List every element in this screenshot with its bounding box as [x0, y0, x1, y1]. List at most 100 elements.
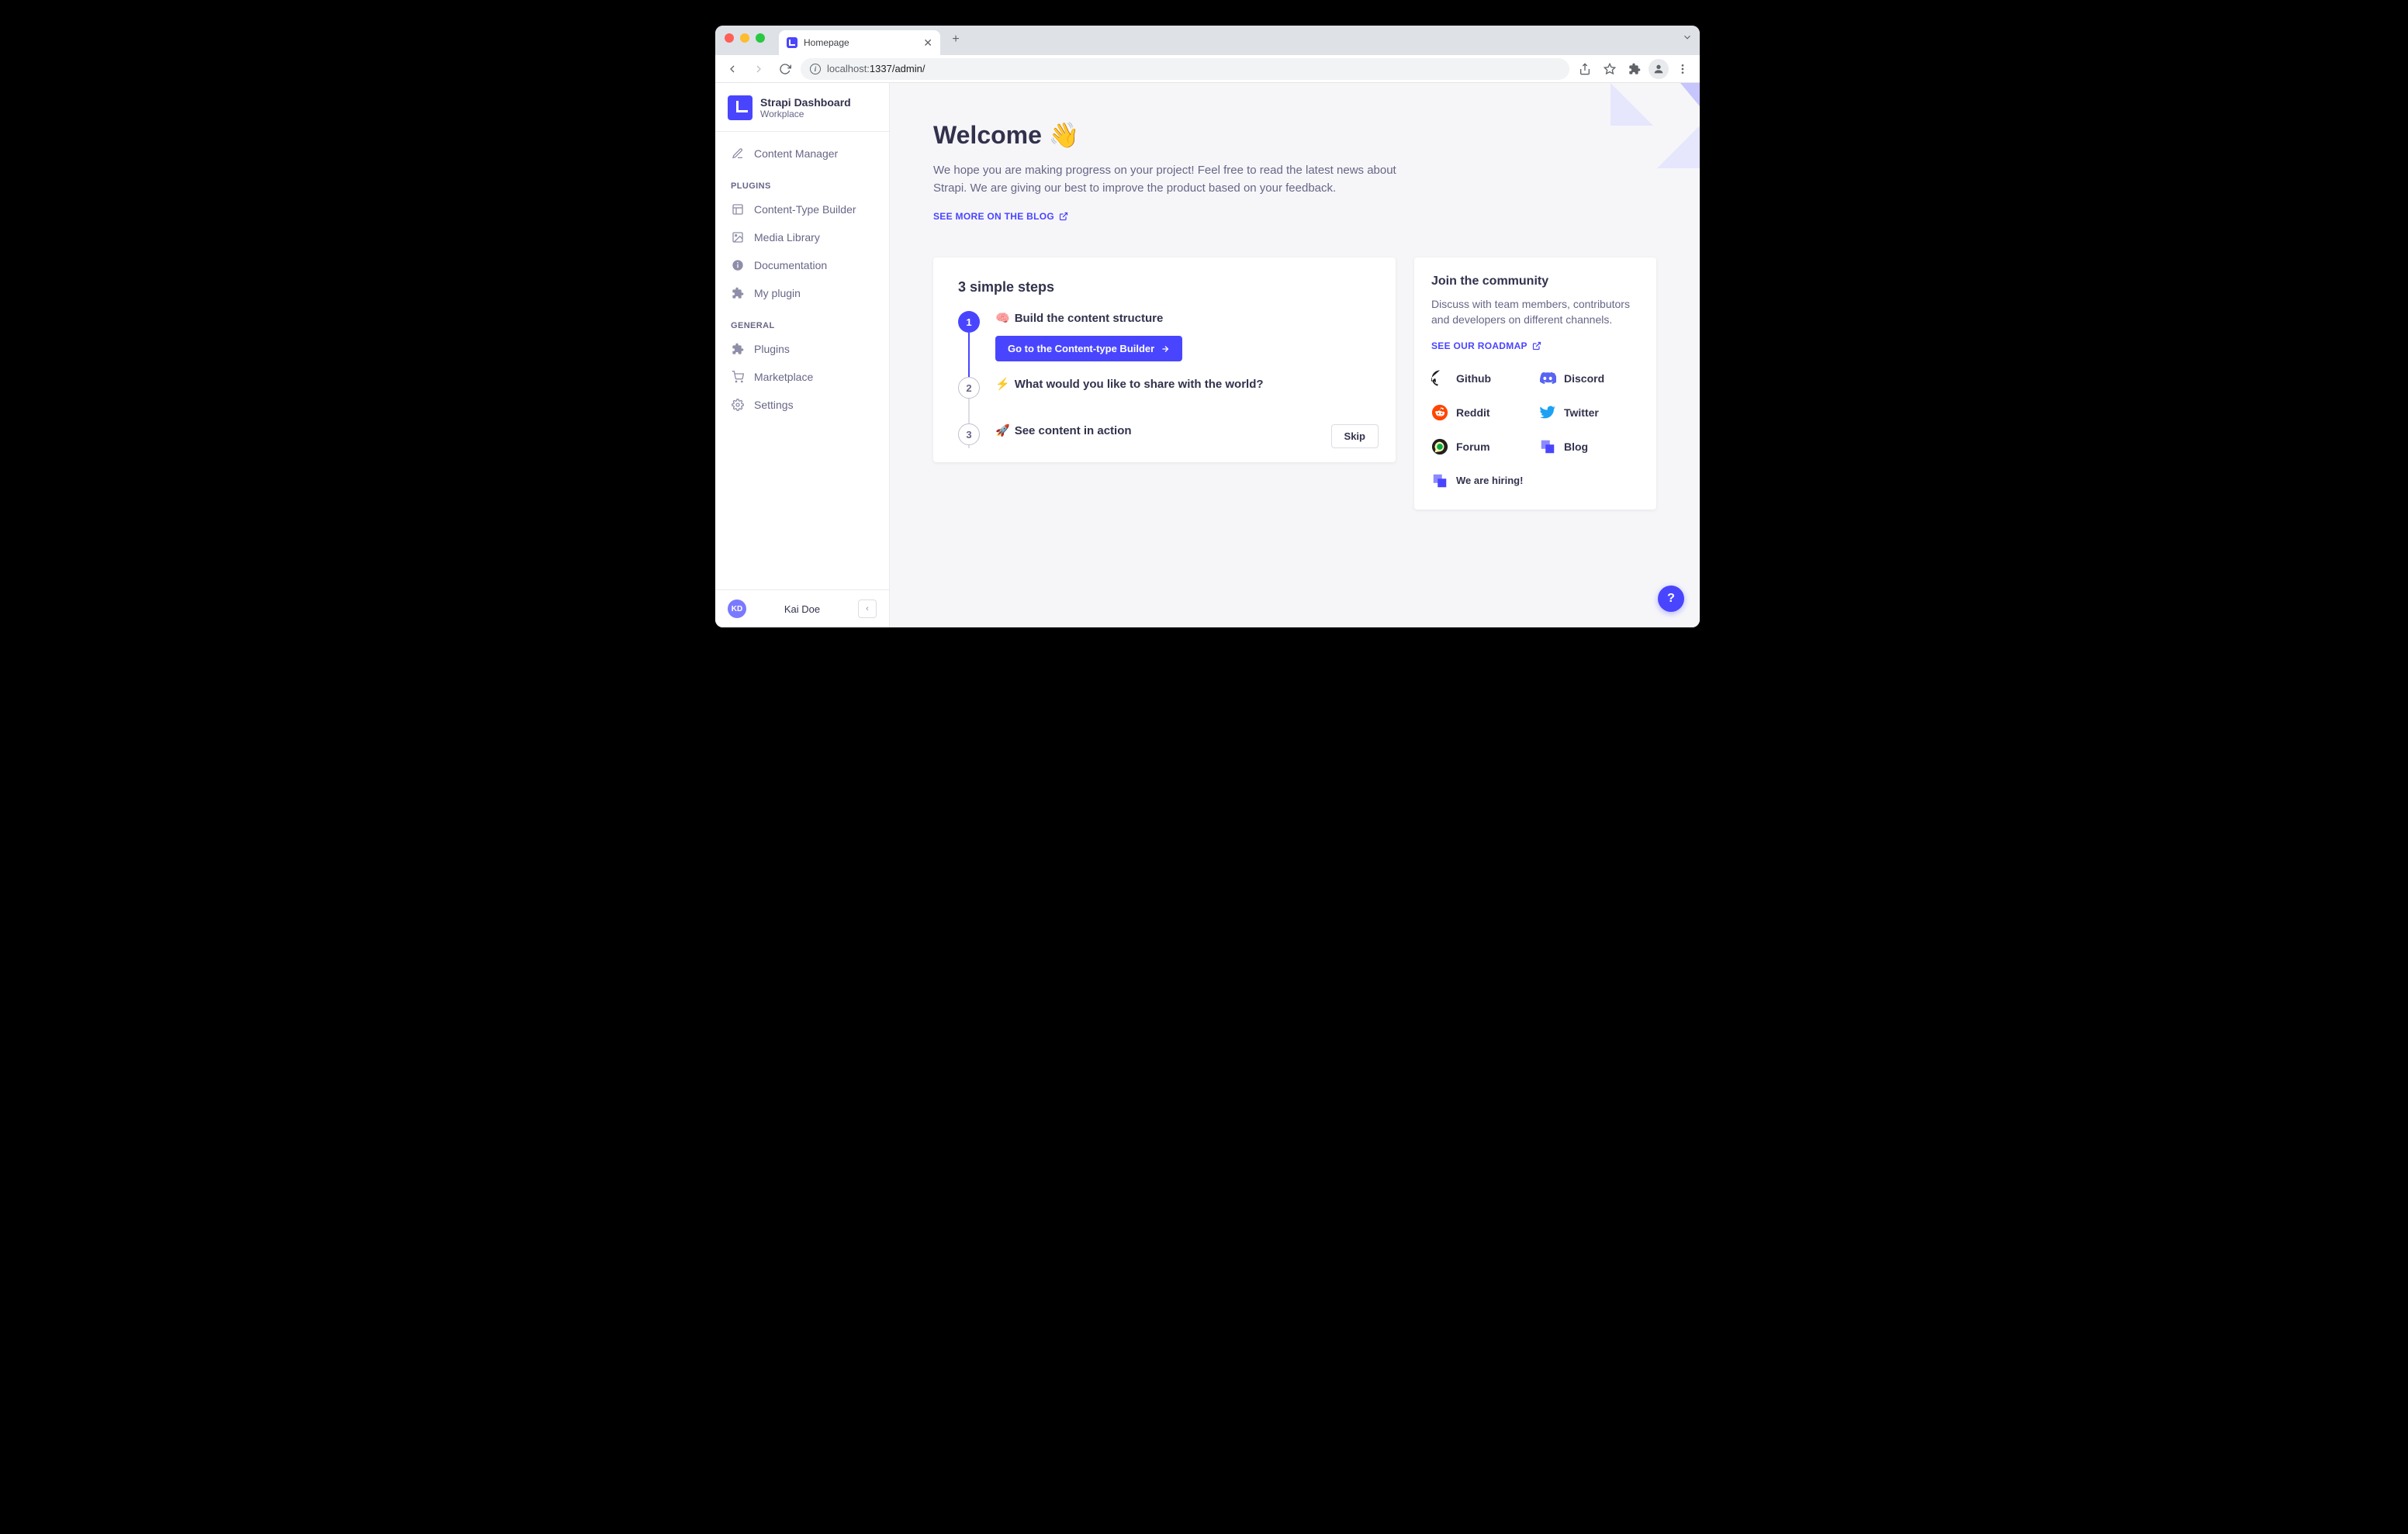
sidebar-footer: KD Kai Doe ‹: [715, 589, 889, 627]
app-content: Strapi Dashboard Workplace Content Manag…: [715, 83, 1700, 627]
close-window-button[interactable]: [725, 33, 734, 43]
new-tab-button[interactable]: +: [945, 29, 967, 50]
community-heading: Join the community: [1431, 275, 1639, 288]
site-info-icon[interactable]: i: [810, 64, 821, 74]
sidebar-item-label: Content-Type Builder: [754, 203, 856, 216]
menu-button[interactable]: [1672, 58, 1694, 80]
minimize-window-button[interactable]: [740, 33, 749, 43]
step-3: 3 🚀 See content in action: [958, 423, 1371, 437]
maximize-window-button[interactable]: [756, 33, 765, 43]
tabs-dropdown-button[interactable]: [1675, 32, 1700, 47]
tab-favicon: [787, 37, 797, 48]
hero-body: We hope you are making progress on your …: [933, 162, 1430, 197]
steps-heading: 3 simple steps: [958, 279, 1371, 295]
close-tab-button[interactable]: ✕: [923, 36, 932, 50]
social-link-github[interactable]: Github: [1431, 370, 1531, 387]
social-label: Reddit: [1456, 406, 1490, 419]
social-link-hiring[interactable]: We are hiring!: [1431, 472, 1531, 489]
sidebar-section-plugins: PLUGINS: [715, 168, 889, 195]
step-title-text: See content in action: [1015, 424, 1132, 437]
sidebar-item-documentation[interactable]: Documentation: [715, 251, 889, 279]
social-link-blog[interactable]: Blog: [1539, 438, 1639, 455]
back-button[interactable]: [721, 58, 743, 80]
sidebar-item-media-library[interactable]: Media Library: [715, 223, 889, 251]
blog-link[interactable]: SEE MORE ON THE BLOG: [933, 211, 1068, 222]
sidebar-item-label: My plugin: [754, 287, 801, 299]
sidebar-item-marketplace[interactable]: Marketplace: [715, 363, 889, 391]
sidebar-item-label: Plugins: [754, 343, 790, 355]
sidebar: Strapi Dashboard Workplace Content Manag…: [715, 83, 890, 627]
github-icon: [1431, 370, 1448, 387]
sidebar-item-content-manager[interactable]: Content Manager: [715, 140, 889, 168]
social-link-discord[interactable]: Discord: [1539, 370, 1639, 387]
social-link-forum[interactable]: Forum: [1431, 438, 1531, 455]
profile-button[interactable]: [1649, 59, 1669, 79]
social-label: Forum: [1456, 441, 1490, 453]
info-icon: [731, 258, 745, 272]
rocket-icon: 🚀: [995, 423, 1010, 437]
cta-label: Go to the Content-type Builder: [1008, 343, 1154, 354]
roadmap-link-label: SEE OUR ROADMAP: [1431, 340, 1527, 351]
address-bar[interactable]: i localhost:1337/admin/: [801, 58, 1569, 80]
social-label: Github: [1456, 372, 1491, 385]
onboarding-steps-card: 3 simple steps 1 🧠 Build the content str…: [933, 257, 1396, 462]
puzzle-icon: [731, 342, 745, 356]
sidebar-item-content-type-builder[interactable]: Content-Type Builder: [715, 195, 889, 223]
decorative-shapes: [1583, 83, 1700, 176]
step-number-badge: 2: [958, 377, 980, 399]
sidebar-item-settings[interactable]: Settings: [715, 391, 889, 419]
content-type-builder-button[interactable]: Go to the Content-type Builder: [995, 336, 1182, 361]
discord-icon: [1539, 370, 1556, 387]
strapi-icon: [1539, 438, 1556, 455]
sidebar-item-plugins[interactable]: Plugins: [715, 335, 889, 363]
sidebar-header[interactable]: Strapi Dashboard Workplace: [715, 83, 889, 132]
forward-button[interactable]: [748, 58, 770, 80]
discourse-icon: [1431, 438, 1448, 455]
sidebar-item-my-plugin[interactable]: My plugin: [715, 279, 889, 307]
reddit-icon: [1431, 404, 1448, 421]
browser-tab[interactable]: Homepage ✕: [779, 30, 940, 55]
external-link-icon: [1059, 212, 1068, 221]
share-button[interactable]: [1574, 58, 1596, 80]
user-avatar[interactable]: KD: [728, 599, 746, 618]
browser-tabbar: Homepage ✕ +: [715, 26, 1700, 55]
hero-section: Welcome 👋 We hope you are making progres…: [890, 83, 1700, 239]
roadmap-link[interactable]: SEE OUR ROADMAP: [1431, 340, 1541, 351]
external-link-icon: [1532, 341, 1541, 351]
browser-toolbar: i localhost:1337/admin/: [715, 55, 1700, 83]
workplace-label: Workplace: [760, 109, 851, 119]
step-2: 2 ⚡ What would you like to share with th…: [958, 377, 1371, 391]
social-link-twitter[interactable]: Twitter: [1539, 404, 1639, 421]
sidebar-section-general: GENERAL: [715, 307, 889, 335]
step-title-text: What would you like to share with the wo…: [1015, 378, 1264, 391]
extensions-button[interactable]: [1624, 58, 1645, 80]
sidebar-item-label: Content Manager: [754, 147, 838, 160]
help-button[interactable]: ?: [1658, 586, 1684, 612]
skip-button[interactable]: Skip: [1331, 424, 1379, 448]
bookmark-button[interactable]: [1599, 58, 1621, 80]
main-panel: Welcome 👋 We hope you are making progres…: [890, 83, 1700, 627]
puzzle-icon: [731, 286, 745, 300]
step-number-badge: 3: [958, 423, 980, 445]
user-name[interactable]: Kai Doe: [754, 603, 850, 615]
window-controls: [725, 33, 765, 43]
pencil-icon: [731, 147, 745, 161]
arrow-right-icon: [1161, 344, 1170, 354]
image-icon: [731, 230, 745, 244]
step-number-badge: 1: [958, 311, 980, 333]
sidebar-item-label: Media Library: [754, 231, 820, 244]
social-label: Twitter: [1564, 406, 1599, 419]
cart-icon: [731, 370, 745, 384]
url-path: 1337/admin/: [870, 63, 925, 74]
layout-icon: [731, 202, 745, 216]
blog-link-label: SEE MORE ON THE BLOG: [933, 211, 1054, 222]
sidebar-item-label: Documentation: [754, 259, 827, 271]
tab-title: Homepage: [804, 37, 849, 48]
step-1: 1 🧠 Build the content structure Go to th…: [958, 311, 1371, 361]
community-body: Discuss with team members, contributors …: [1431, 296, 1639, 328]
social-link-reddit[interactable]: Reddit: [1431, 404, 1531, 421]
reload-button[interactable]: [774, 58, 796, 80]
community-card: Join the community Discuss with team mem…: [1414, 257, 1656, 510]
social-label: Blog: [1564, 441, 1588, 453]
collapse-sidebar-button[interactable]: ‹: [858, 599, 877, 618]
